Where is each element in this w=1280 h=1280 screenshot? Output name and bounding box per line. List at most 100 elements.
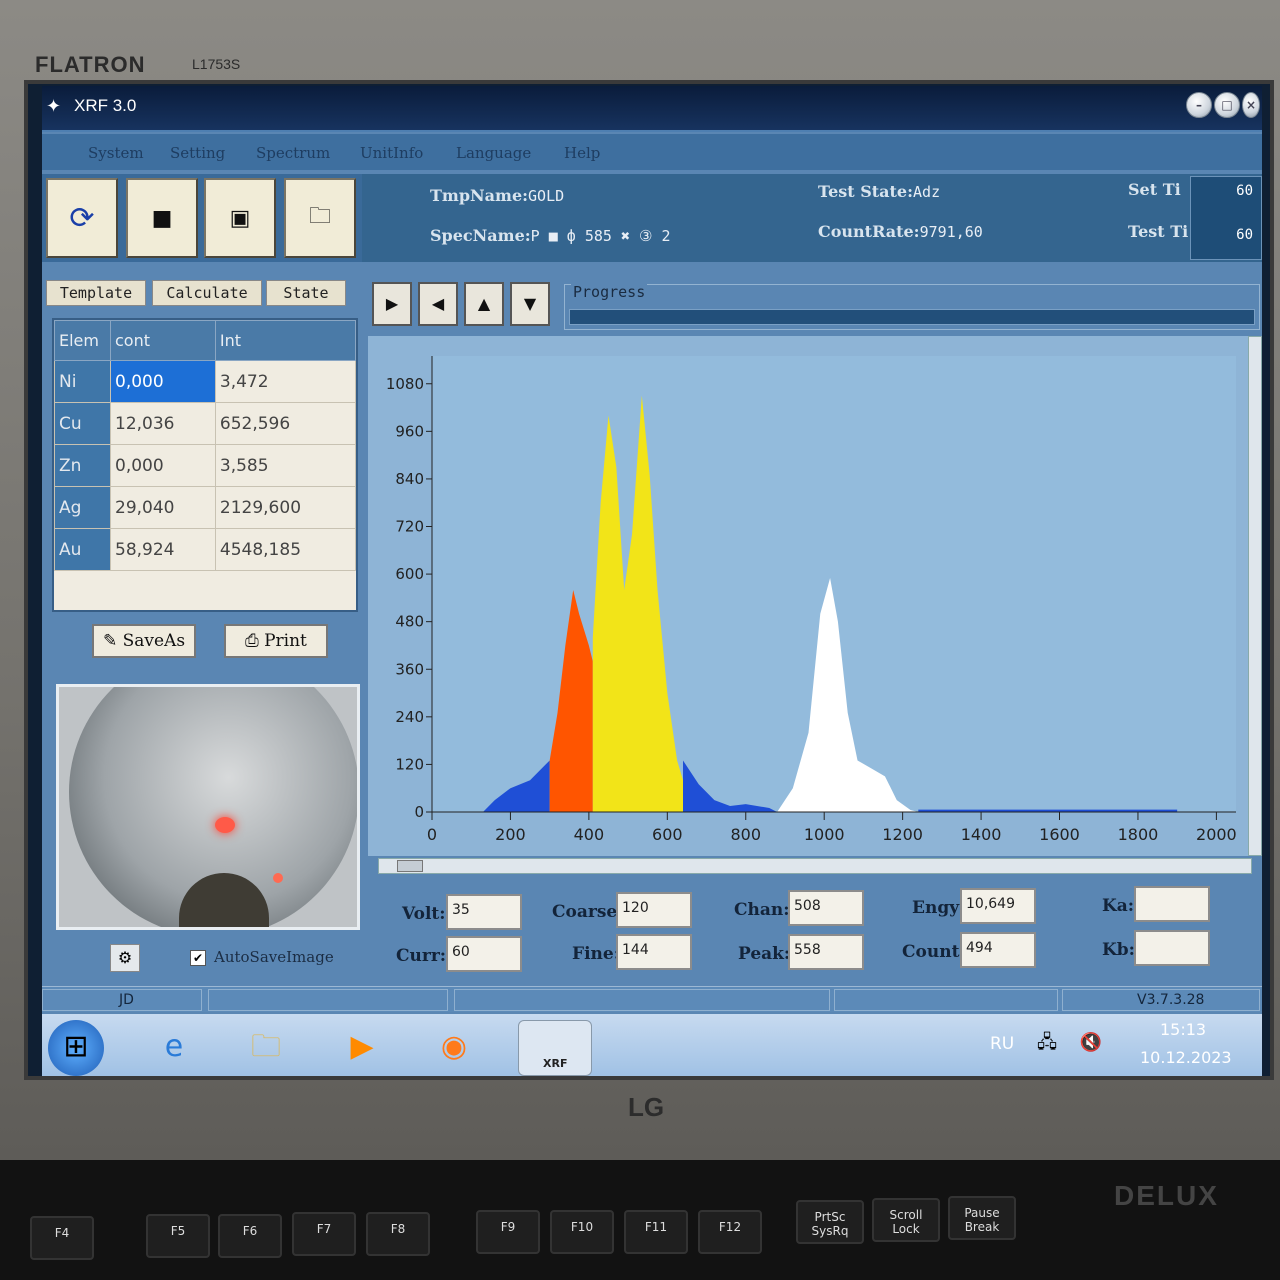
cont-cell[interactable]: 0,000: [110, 360, 216, 403]
key-prtsc[interactable]: PrtSc SysRq: [796, 1200, 864, 1244]
int-cell: 2129,600: [214, 486, 357, 529]
key-f5[interactable]: F5: [146, 1214, 210, 1258]
explorer-icon[interactable]: 🗀: [238, 1020, 294, 1076]
up-button[interactable]: ▲: [464, 282, 504, 326]
y-tick-label: 240: [395, 708, 424, 726]
keyboard: DELUX F4 F5 F6 F7 F8 F9 F10 F11 F12 PrtS…: [0, 1160, 1280, 1280]
menu-setting[interactable]: Setting: [170, 144, 225, 162]
table-row[interactable]: Ag 29,040 2129,600: [54, 486, 357, 529]
x-tick-label: 1600: [1039, 825, 1080, 844]
back-icon: ◀: [431, 294, 445, 313]
minimize-icon[interactable]: –: [1186, 92, 1212, 118]
fine-field[interactable]: 144: [616, 934, 692, 970]
network-icon[interactable]: 🖧: [1032, 1028, 1062, 1058]
int-cell: 4548,185: [214, 528, 357, 571]
laser-spot: [215, 817, 235, 833]
save-as-button[interactable]: ✎ SaveAs: [92, 624, 196, 658]
maximize-icon[interactable]: □: [1214, 92, 1240, 118]
y-tick-label: 840: [395, 470, 424, 488]
key-pause-break[interactable]: Pause Break: [948, 1196, 1016, 1240]
progress-group: Progress: [564, 283, 1260, 330]
open-button[interactable]: 🗀: [284, 178, 356, 258]
back-button[interactable]: ◀: [418, 282, 458, 326]
tab-state[interactable]: State: [266, 280, 346, 306]
set-time-value: 60: [1236, 183, 1253, 199]
header-cont: cont: [110, 320, 216, 361]
key-f12[interactable]: F12: [698, 1210, 762, 1254]
pause-button[interactable]: ▣: [204, 178, 276, 258]
element-cell: Au: [54, 528, 111, 571]
key-f9[interactable]: F9: [476, 1210, 540, 1254]
parameters-panel: Volt: 35 Curr: 60 Coarse: 120 Fine: 144 …: [372, 882, 1262, 974]
spectrum-nav: ▶ ◀ ▲ ▼: [368, 282, 558, 330]
table-row[interactable]: Cu 12,036 652,596: [54, 402, 357, 445]
volume-muted-icon[interactable]: 🔇: [1076, 1028, 1106, 1058]
table-row[interactable]: Zn 0,000 3,585: [54, 444, 357, 487]
key-f7[interactable]: F7: [292, 1212, 356, 1256]
header-int: Int: [214, 320, 357, 361]
kb-label: Kb:: [1102, 940, 1135, 960]
play-icon: ▶: [385, 294, 399, 313]
count-label: Count:: [902, 942, 966, 962]
kb-field[interactable]: [1134, 930, 1210, 966]
key-f8[interactable]: F8: [366, 1212, 430, 1256]
count-field[interactable]: 494: [960, 932, 1036, 968]
scrollbar-thumb[interactable]: [397, 860, 423, 872]
element-cell: Cu: [54, 402, 111, 445]
clock-date[interactable]: 10.12.2023: [1140, 1048, 1232, 1067]
xrf-app-icon[interactable]: XRF: [518, 1020, 592, 1076]
key-scroll-lock[interactable]: Scroll Lock: [872, 1198, 940, 1242]
key-f11[interactable]: F11: [624, 1210, 688, 1254]
key-f4[interactable]: F4: [30, 1216, 94, 1260]
menu-help[interactable]: Help: [564, 144, 600, 162]
keyboard-brand: DELUX: [1114, 1180, 1219, 1211]
stop-button[interactable]: ■: [126, 178, 198, 258]
autosave-checkbox[interactable]: ✔: [190, 950, 206, 966]
media-player-icon[interactable]: ▶: [334, 1020, 390, 1076]
chan-field[interactable]: 508: [788, 890, 864, 926]
x-tick-label: 2000: [1196, 825, 1237, 844]
progress-bar: [569, 309, 1255, 325]
menu-bar: System Setting Spectrum UnitInfo Languag…: [42, 134, 1262, 170]
vertical-scrollbar[interactable]: [1248, 336, 1262, 856]
ie-icon[interactable]: e: [146, 1020, 202, 1076]
menu-language[interactable]: Language: [456, 144, 531, 162]
volt-field[interactable]: 35: [446, 894, 522, 930]
firefox-icon[interactable]: ◉: [426, 1020, 482, 1076]
start-icon[interactable]: ⊞: [48, 1020, 104, 1076]
clock-time[interactable]: 15:13: [1160, 1020, 1206, 1039]
language-indicator[interactable]: RU: [990, 1034, 1014, 1054]
camera-settings-icon[interactable]: ⚙: [110, 944, 140, 972]
key-f6[interactable]: F6: [218, 1214, 282, 1258]
up-icon: ▲: [477, 294, 491, 313]
tmp-name-value: GOLD: [528, 187, 565, 205]
horizontal-scrollbar[interactable]: [378, 858, 1252, 874]
peak-field[interactable]: 558: [788, 934, 864, 970]
ka-field[interactable]: [1134, 886, 1210, 922]
down-button[interactable]: ▼: [510, 282, 550, 326]
tmp-name: TmpName:GOLD: [430, 186, 564, 205]
xrf-app-label: XRF: [543, 1057, 568, 1070]
spectrum-svg: 0 200 400 600 800 1000 1200 1400 1600 1800 2000 0 12…: [386, 356, 1237, 844]
count-rate-value: 9791,60: [919, 223, 983, 241]
table-row[interactable]: Au 58,924 4548,185: [54, 528, 357, 571]
spectrum-chart[interactable]: 0 200 400 600 800 1000 1200 1400 1600 1800 2000 0 12…: [368, 336, 1248, 856]
tab-template[interactable]: Template: [46, 280, 146, 306]
curr-field[interactable]: 60: [446, 936, 522, 972]
key-f10[interactable]: F10: [550, 1210, 614, 1254]
engy-field[interactable]: 10,649: [960, 888, 1036, 924]
print-button[interactable]: ⎙ Print: [224, 624, 328, 658]
play-button[interactable]: ▶: [372, 282, 412, 326]
curr-label: Curr:: [396, 946, 447, 966]
menu-unitinfo[interactable]: UnitInfo: [360, 144, 423, 162]
tab-calculate[interactable]: Calculate: [152, 280, 262, 306]
table-row[interactable]: Ni 0,000 3,472: [54, 360, 357, 403]
spec-name: SpecName:P ■ ф 585 ✖ ③ 2: [430, 226, 671, 245]
open-folder-icon: 🗀: [308, 204, 331, 229]
close-icon[interactable]: ×: [1242, 92, 1260, 118]
menu-system[interactable]: System: [88, 144, 144, 162]
coarse-field[interactable]: 120: [616, 892, 692, 928]
element-cell: Ni: [54, 360, 111, 403]
refresh-button[interactable]: ⟳: [46, 178, 118, 258]
menu-spectrum[interactable]: Spectrum: [256, 144, 330, 162]
